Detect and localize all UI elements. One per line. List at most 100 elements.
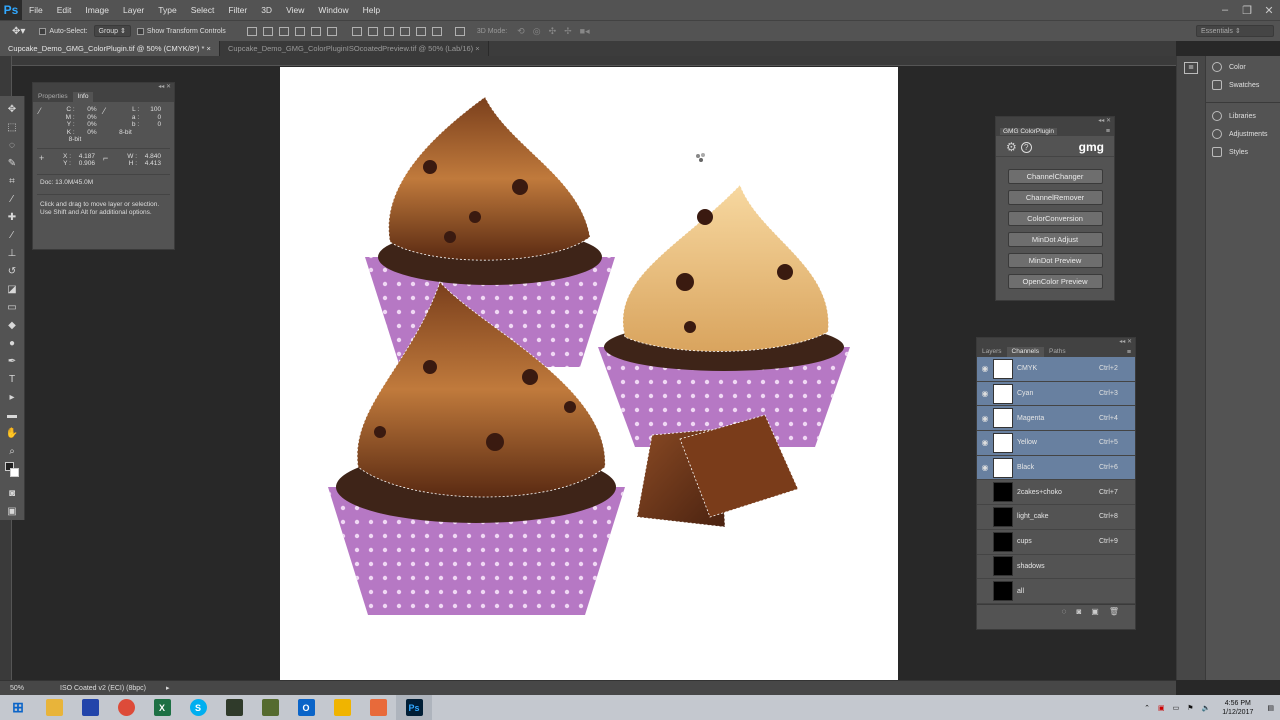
menu-filter[interactable]: Filter bbox=[221, 0, 254, 20]
collapse-icon[interactable]: ◂◂ ✕ bbox=[1119, 338, 1132, 347]
start-button[interactable]: ⊞ bbox=[0, 695, 36, 720]
collapse-icon[interactable]: ◂◂ ✕ bbox=[1098, 117, 1111, 126]
tab-layers[interactable]: Layers bbox=[977, 347, 1007, 357]
menu-3d[interactable]: 3D bbox=[254, 0, 279, 20]
distribute-vcenter-icon[interactable] bbox=[367, 26, 378, 36]
menu-edit[interactable]: Edit bbox=[50, 0, 79, 20]
align-vcenter-icon[interactable] bbox=[262, 26, 273, 36]
tray-chevron-icon[interactable]: ⌃ bbox=[1144, 704, 1150, 712]
quick-mask-icon[interactable]: ◙ bbox=[5, 486, 19, 500]
document-canvas[interactable] bbox=[280, 67, 898, 681]
menu-layer[interactable]: Layer bbox=[116, 0, 151, 20]
tab-cupcake-lab[interactable]: Cupcake_Demo_GMG_ColorPluginISOcoatedPre… bbox=[219, 41, 489, 56]
file-explorer-icon[interactable] bbox=[36, 695, 72, 720]
align-top-icon[interactable] bbox=[246, 26, 257, 36]
distribute-left-icon[interactable] bbox=[399, 26, 410, 36]
hand-tool-icon[interactable]: ✋ bbox=[5, 426, 19, 440]
shape-tool-icon[interactable]: ▬ bbox=[5, 408, 19, 422]
quick-select-tool-icon[interactable]: ✎ bbox=[5, 156, 19, 170]
visibility-eye-icon[interactable]: ◉ bbox=[977, 463, 993, 472]
tab-paths[interactable]: Paths bbox=[1044, 347, 1071, 357]
tab-properties[interactable]: Properties bbox=[33, 92, 73, 102]
channel-row-all[interactable]: all bbox=[977, 579, 1135, 604]
color-conversion-button[interactable]: ColorConversion bbox=[1007, 211, 1103, 226]
skype-icon[interactable]: S bbox=[180, 695, 216, 720]
close-tab-icon[interactable]: × bbox=[207, 44, 211, 53]
eyedropper-tool-icon[interactable]: ⁄ bbox=[5, 192, 19, 206]
screen-mode-icon[interactable]: ▣ bbox=[5, 504, 19, 518]
chrome-icon[interactable] bbox=[108, 695, 144, 720]
panel-menu-icon[interactable]: ≡ bbox=[1106, 128, 1110, 135]
tab-cupcake-cmyk[interactable]: Cupcake_Demo_GMG_ColorPlugin.tif @ 50% (… bbox=[0, 41, 220, 56]
channel-row-yellow[interactable]: ◉ Yellow Ctrl+5 bbox=[977, 431, 1135, 456]
gradient-tool-icon[interactable]: ▭ bbox=[5, 300, 19, 314]
pen-tool-icon[interactable]: ✒ bbox=[5, 354, 19, 368]
channel-row-shadows[interactable]: shadows bbox=[977, 555, 1135, 580]
close-icon[interactable]: ✕ bbox=[1258, 4, 1280, 17]
photoshop-taskbar-icon[interactable]: Ps bbox=[396, 695, 432, 720]
menu-image[interactable]: Image bbox=[78, 0, 116, 20]
3d-rotate-icon[interactable]: ⟲ bbox=[517, 26, 525, 37]
channel-row-magenta[interactable]: ◉ Magenta Ctrl+4 bbox=[977, 406, 1135, 432]
visibility-eye-icon[interactable]: ◉ bbox=[977, 364, 993, 373]
healing-tool-icon[interactable]: ✚ bbox=[5, 210, 19, 224]
align-hcenter-icon[interactable] bbox=[310, 26, 321, 36]
channel-remover-button[interactable]: ChannelRemover bbox=[1007, 190, 1103, 205]
app-icon[interactable] bbox=[252, 695, 288, 720]
3d-slide-icon[interactable]: ✢ bbox=[564, 26, 572, 37]
distribute-hcenter-icon[interactable] bbox=[415, 26, 426, 36]
mindot-adjust-button[interactable]: MinDot Adjust bbox=[1007, 232, 1103, 247]
new-channel-icon[interactable]: ▣ bbox=[1091, 607, 1099, 616]
align-right-icon[interactable] bbox=[326, 26, 337, 36]
close-tab-icon[interactable]: × bbox=[475, 44, 479, 53]
move-tool-icon[interactable]: ✥ bbox=[5, 102, 19, 116]
tab-info[interactable]: Info bbox=[72, 92, 94, 102]
auto-select-checkbox[interactable] bbox=[39, 27, 47, 35]
dock-color[interactable]: Color bbox=[1206, 58, 1280, 76]
dodge-tool-icon[interactable]: ● bbox=[5, 336, 19, 350]
menu-window[interactable]: Window bbox=[311, 0, 355, 20]
distribute-right-icon[interactable] bbox=[431, 26, 442, 36]
channel-row-light-cake[interactable]: light_cake Ctrl+8 bbox=[977, 505, 1135, 530]
3d-scale-icon[interactable]: ■◂ bbox=[580, 26, 590, 37]
status-arrow-icon[interactable]: ▸ bbox=[146, 684, 170, 692]
channel-row-cmyk[interactable]: ◉ CMYK Ctrl+2 bbox=[977, 357, 1135, 382]
tray-network-icon[interactable]: ▭ bbox=[1173, 704, 1180, 712]
panel-menu-icon[interactable]: ≡ bbox=[1127, 349, 1135, 356]
gmg-help-icon[interactable]: ? bbox=[1020, 141, 1032, 153]
channel-row-2cakes-choko[interactable]: 2cakes+choko Ctrl+7 bbox=[977, 480, 1135, 506]
minimize-icon[interactable]: – bbox=[1214, 4, 1236, 16]
move-tool-preset-icon[interactable]: ✥▾ bbox=[12, 26, 25, 37]
distribute-bottom-icon[interactable] bbox=[383, 26, 394, 36]
lasso-tool-icon[interactable]: ◌ bbox=[5, 138, 19, 152]
dock-libraries[interactable]: Libraries bbox=[1206, 107, 1280, 125]
crop-tool-icon[interactable]: ⌗ bbox=[5, 174, 19, 188]
channel-row-black[interactable]: ◉ Black Ctrl+6 bbox=[977, 455, 1135, 481]
dock-swatches[interactable]: Swatches bbox=[1206, 76, 1280, 94]
app-icon[interactable] bbox=[72, 695, 108, 720]
menu-view[interactable]: View bbox=[279, 0, 311, 20]
eraser-tool-icon[interactable]: ◪ bbox=[5, 282, 19, 296]
align-left-icon[interactable] bbox=[294, 26, 305, 36]
app-icon[interactable] bbox=[216, 695, 252, 720]
color-swatches-icon[interactable] bbox=[5, 462, 19, 482]
delete-channel-icon[interactable]: 🗑 bbox=[1109, 607, 1119, 616]
notifications-icon[interactable]: ▤ bbox=[1267, 704, 1274, 712]
zoom-level[interactable]: 50% bbox=[0, 685, 40, 692]
channel-row-cyan[interactable]: ◉ Cyan Ctrl+3 bbox=[977, 381, 1135, 407]
dock-styles[interactable]: Styles bbox=[1206, 143, 1280, 161]
history-panel-icon[interactable]: ≣ bbox=[1184, 62, 1198, 74]
history-brush-tool-icon[interactable]: ↺ bbox=[5, 264, 19, 278]
brush-tool-icon[interactable]: ∕ bbox=[5, 228, 19, 242]
tray-acrobat-icon[interactable]: ▣ bbox=[1158, 704, 1165, 712]
distribute-top-icon[interactable] bbox=[351, 26, 362, 36]
tray-flag-icon[interactable]: ⚑ bbox=[1187, 704, 1193, 712]
auto-select-dropdown[interactable]: Group ⇕ bbox=[93, 25, 131, 37]
stamp-tool-icon[interactable]: ⊥ bbox=[5, 246, 19, 260]
save-selection-icon[interactable]: ◙ bbox=[1076, 607, 1081, 616]
restore-icon[interactable]: ❐ bbox=[1236, 4, 1258, 17]
workspace-dropdown[interactable]: Essentials ⇕ bbox=[1196, 25, 1274, 37]
tab-channels[interactable]: Channels bbox=[1006, 347, 1044, 357]
dock-adjustments[interactable]: Adjustments bbox=[1206, 125, 1280, 143]
collapse-icon[interactable]: ◂◂ ✕ bbox=[158, 83, 171, 92]
